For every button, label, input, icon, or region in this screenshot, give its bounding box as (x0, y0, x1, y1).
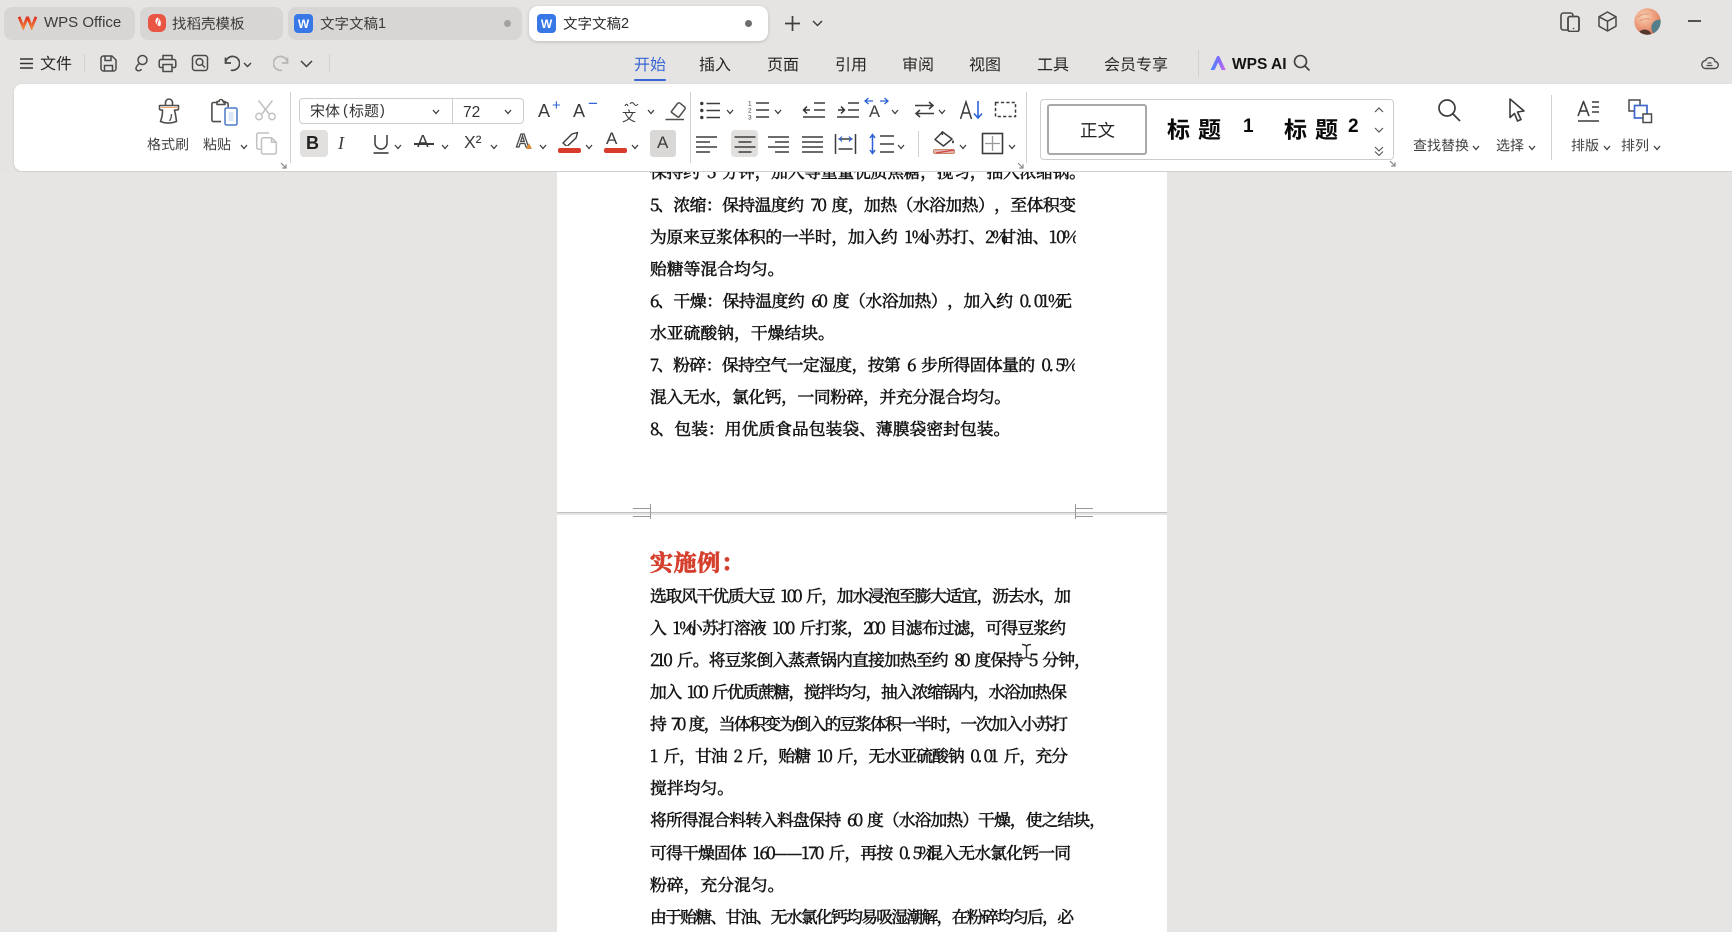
svg-text:2: 2 (748, 108, 752, 115)
svg-text:W: W (541, 17, 553, 31)
svg-text:1: 1 (748, 101, 752, 108)
svg-text:W: W (298, 17, 310, 31)
svg-text:3: 3 (748, 115, 752, 121)
